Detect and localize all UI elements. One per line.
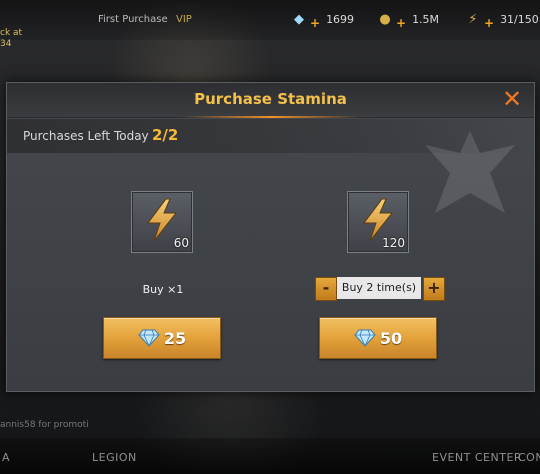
stamina-quantity: 60 <box>173 236 189 250</box>
stamina-item-slot: 120 <box>347 191 409 253</box>
dialog-title: Purchase Stamina <box>194 90 347 108</box>
increase-button[interactable]: + <box>423 277 445 301</box>
event-center-nav[interactable]: EVENT CENTER <box>432 451 522 464</box>
close-icon[interactable]: ✕ <box>500 87 524 111</box>
add-diamond-icon[interactable]: + <box>310 16 320 30</box>
purchase-count-stepper: - Buy 2 time(s) + <box>315 277 445 301</box>
chat-preview[interactable]: annis58 for promoti <box>0 420 89 430</box>
decrease-button[interactable]: - <box>315 277 337 301</box>
stamina-item-slot: 60 <box>131 191 193 253</box>
top-hud: ck at 34 First Purchase VIP ◆ + 1699 ● +… <box>0 0 540 49</box>
price-amount: 25 <box>163 328 187 348</box>
purchase-stamina-dialog: Purchase Stamina ✕ Purchases Left Today … <box>6 82 535 392</box>
buy-25-diamonds-button[interactable]: 25 <box>103 317 221 359</box>
stamina-option-small: 60 Buy ×1 25 <box>103 187 223 367</box>
side-note: ck at 34 <box>0 28 23 49</box>
bottom-nav: A LEGION EVENT CENTER CON <box>0 438 540 474</box>
stamina-icon: ⚡ <box>468 11 478 27</box>
price-amount: 50 <box>379 328 403 348</box>
stamina-quantity: 120 <box>382 236 405 250</box>
con-nav[interactable]: CON <box>518 451 540 464</box>
diamond-icon <box>354 329 376 347</box>
stamina-option-large: 120 - Buy 2 time(s) + 50 <box>315 187 445 367</box>
gold-amount: 1.5M <box>412 12 440 26</box>
bottom-left-item[interactable]: A <box>2 451 10 464</box>
purchases-left-label: Purchases Left Today <box>23 129 149 143</box>
stamina-amount: 31/150 <box>500 12 539 26</box>
first-purchase-menu[interactable]: First Purchase <box>98 14 168 25</box>
vip-menu[interactable]: VIP <box>176 14 192 25</box>
add-gold-icon[interactable]: + <box>396 16 406 30</box>
dialog-titlebar: Purchase Stamina ✕ <box>7 83 534 118</box>
purchases-left-value: 2/2 <box>152 126 179 144</box>
diamond-amount: 1699 <box>326 12 355 26</box>
legion-nav[interactable]: LEGION <box>92 451 137 464</box>
buy-count-label: Buy ×1 <box>142 283 184 296</box>
stamina-counter[interactable]: ⚡ + 31/150 <box>464 8 539 31</box>
buy-count-label: Buy 2 time(s) <box>337 277 421 299</box>
diamond-counter[interactable]: ◆ + 1699 <box>290 8 355 31</box>
gold-coin-icon: ● <box>379 11 391 27</box>
diamond-icon <box>138 329 160 347</box>
gold-counter[interactable]: ● + 1.5M <box>376 8 440 31</box>
buy-50-diamonds-button[interactable]: 50 <box>319 317 437 359</box>
diamond-icon: ◆ <box>294 11 304 27</box>
add-stamina-icon[interactable]: + <box>484 16 494 30</box>
